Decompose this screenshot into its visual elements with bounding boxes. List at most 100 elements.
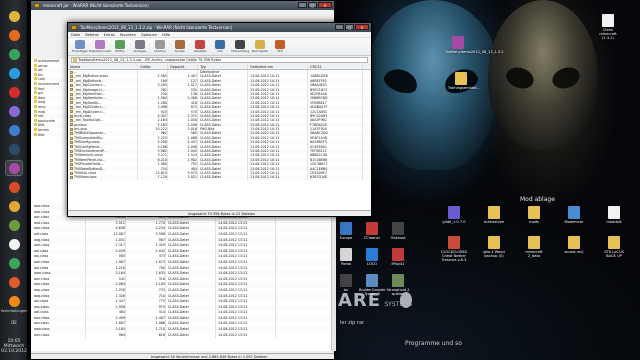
menu-item[interactable]: Befehle <box>85 32 98 37</box>
desktop-icon[interactable]: Portal <box>333 248 359 266</box>
menu-item[interactable]: Favoriten <box>120 32 136 37</box>
desktop-icon-graphic <box>392 222 404 235</box>
comment-icon <box>255 40 265 49</box>
column-header[interactable]: Name <box>68 64 138 69</box>
desktop-icon-label: gita 4 Wood backup (0) <box>483 250 505 259</box>
folder-icon <box>34 104 37 108</box>
file-icon <box>70 145 73 149</box>
toolbar-button[interactable]: Kommentar <box>251 39 269 54</box>
table-row[interactable]: TMIView.class 7.120 3.021 CLASS-Datei 13.08.… <box>68 175 371 180</box>
toolbar-button[interactable]: Suchen <box>171 39 189 54</box>
toolbar-button[interactable]: Virenprüfung <box>231 39 249 54</box>
taskbar-button[interactable] <box>5 160 23 176</box>
desktop-icon[interactable]: Trainingsemstell... <box>448 72 481 90</box>
maximize-button[interactable]: □ <box>345 24 354 30</box>
desktop-icon[interactable]: iPlay41 <box>385 248 411 266</box>
toolbar-button[interactable]: Info <box>211 39 229 54</box>
desktop-icon[interactable]: mods <box>521 206 547 224</box>
desktop-icon-label: mods <box>529 220 539 224</box>
toolbar-button[interactable]: Prüfen <box>111 39 129 54</box>
desktop-icon[interactable]: TooManyItems2012_08_13_1.3.2 <box>445 36 504 54</box>
desktop-icon[interactable]: Clean minecraft (1.3.2) <box>595 14 621 41</box>
folder-icon <box>34 123 37 127</box>
desktop-icon[interactable]: CLOCKCLOKKS Cheat Nether Tressure v.8.3 <box>441 236 467 263</box>
desktop-icon[interactable]: minecraft 2_data <box>521 236 547 258</box>
desktop-icon[interactable]: moddsfs <box>601 206 627 224</box>
column-header[interactable]: Typ <box>198 64 248 69</box>
desktop-icon[interactable]: authashiee <box>481 206 507 224</box>
taskbar-button[interactable] <box>5 65 23 81</box>
taskbar-button[interactable] <box>5 141 23 157</box>
table-row[interactable]: aax.class 984 616 CLASS-Datei 14.08.2012 13:… <box>31 332 331 339</box>
shortcuts-label[interactable]: Verknüpfungen <box>0 309 28 313</box>
desktop-icon-graphic <box>392 274 404 287</box>
desktop-icon-graphic <box>455 72 467 85</box>
taskbar-button[interactable] <box>5 217 23 233</box>
desktop-icon-label: TooManyItems2012_08_13_1.3.2 <box>445 50 504 54</box>
desktop-icon[interactable]: sound res) <box>561 236 587 254</box>
language-indicator[interactable]: DE <box>0 320 28 325</box>
title-bar[interactable]: TooManyItems2012_08_13_1.3.2.zip - WinRA… <box>68 23 371 32</box>
minecraft-icon <box>8 219 20 231</box>
desktop-icon-label: moddsfs <box>606 220 622 224</box>
taskbar-button[interactable] <box>5 179 23 195</box>
toolbar-button[interactable]: Löschen <box>151 39 169 54</box>
menu-item[interactable]: Hilfe <box>162 32 170 37</box>
desktop-icon[interactable]: Stronghold 2 spielen <box>385 274 411 296</box>
toolbar-button[interactable]: SFX <box>271 39 289 54</box>
menu-item[interactable]: Optionen <box>141 32 157 37</box>
taskbar-button[interactable] <box>5 255 23 271</box>
desktop-icon[interactable]: LOCO <box>359 248 385 266</box>
toolbar-button[interactable]: Entpacken nach <box>89 39 111 54</box>
minimize-button[interactable]: – <box>298 2 307 8</box>
taskbar-button[interactable] <box>5 103 23 119</box>
menu-item[interactable]: Datei <box>71 32 80 37</box>
column-header[interactable]: Gepackt <box>168 64 198 69</box>
close-button[interactable]: × <box>355 24 369 30</box>
taskbar-button[interactable] <box>5 46 23 62</box>
desktop-icon[interactable]: Jar <box>333 274 359 292</box>
taskbar-button[interactable] <box>5 27 23 43</box>
toolbar-button[interactable]: Assistent <box>191 39 209 54</box>
folder-icon <box>34 127 37 131</box>
desktop-icon[interactable]: BuilderCoaster Tycoon 3 <box>359 274 386 297</box>
desktop-icon[interactable]: gita 4 Wood backup (0) <box>481 236 507 258</box>
maximize-button[interactable]: □ <box>308 2 317 8</box>
toolbar-button[interactable]: Hinzufügen <box>71 39 89 54</box>
desktop-folder-text: Programme und so <box>405 340 462 347</box>
taskbar-button[interactable] <box>5 122 23 138</box>
toolbar-button-label: Löschen <box>154 49 166 53</box>
title-bar[interactable]: minecraft.jar - WinRAR (Nicht lizenziert… <box>31 1 334 10</box>
close-button[interactable]: × <box>318 2 332 8</box>
minimize-button[interactable]: – <box>335 24 344 30</box>
toolbar-button-label: Anzeigen <box>133 49 147 53</box>
column-header[interactable]: Geändert am <box>248 64 308 69</box>
taskbar-button[interactable] <box>5 198 23 214</box>
desktop-icon[interactable]: gilde_1.0.7.0 <box>441 206 467 224</box>
desktop-icon[interactable]: Modemcor <box>561 206 587 224</box>
column-header[interactable]: CRC32 <box>308 64 363 69</box>
address-text: TooManyItems2012_08_13_1.3.2.zip - ZIP A… <box>78 58 222 62</box>
clock[interactable]: 10:05 Mittwoch 03.10.2012 <box>0 339 28 354</box>
add-icon <box>75 40 85 49</box>
taskbar-button[interactable] <box>5 274 23 290</box>
desktop-icon[interactable]: Europe <box>333 222 359 240</box>
desktop-icon[interactable]: GTA LoCUS BACK UP <box>601 236 627 258</box>
mod-section-title: Mod ablage <box>520 196 555 203</box>
desktop-icon[interactable]: CCleaner <box>359 222 385 240</box>
taskbar-button[interactable] <box>5 84 23 100</box>
winrar-window-toomanyitems[interactable]: TooManyItems2012_08_13_1.3.2.zip - WinRA… <box>67 22 372 217</box>
desktop-icon-label: BuilderCoaster Tycoon 3 <box>359 288 386 297</box>
desktop-icon-label: LOCO <box>366 262 378 266</box>
toolbar-button-label: Info <box>217 49 223 53</box>
taskbar-button[interactable] <box>5 236 23 252</box>
toolbar-button[interactable]: Anzeigen <box>131 39 149 54</box>
desktop-icon[interactable]: Obkhost <box>385 222 411 240</box>
address-bar[interactable]: TooManyItems2012_08_13_1.3.2.zip - ZIP A… <box>71 57 368 63</box>
taskbar-button[interactable] <box>5 8 23 24</box>
column-header[interactable]: Größe <box>138 64 168 69</box>
chrome2-icon <box>8 257 20 269</box>
up-folder-icon[interactable] <box>73 58 77 62</box>
menu-item[interactable]: Extras <box>104 32 115 37</box>
desktop-icon-label: Obkhost <box>390 236 406 240</box>
